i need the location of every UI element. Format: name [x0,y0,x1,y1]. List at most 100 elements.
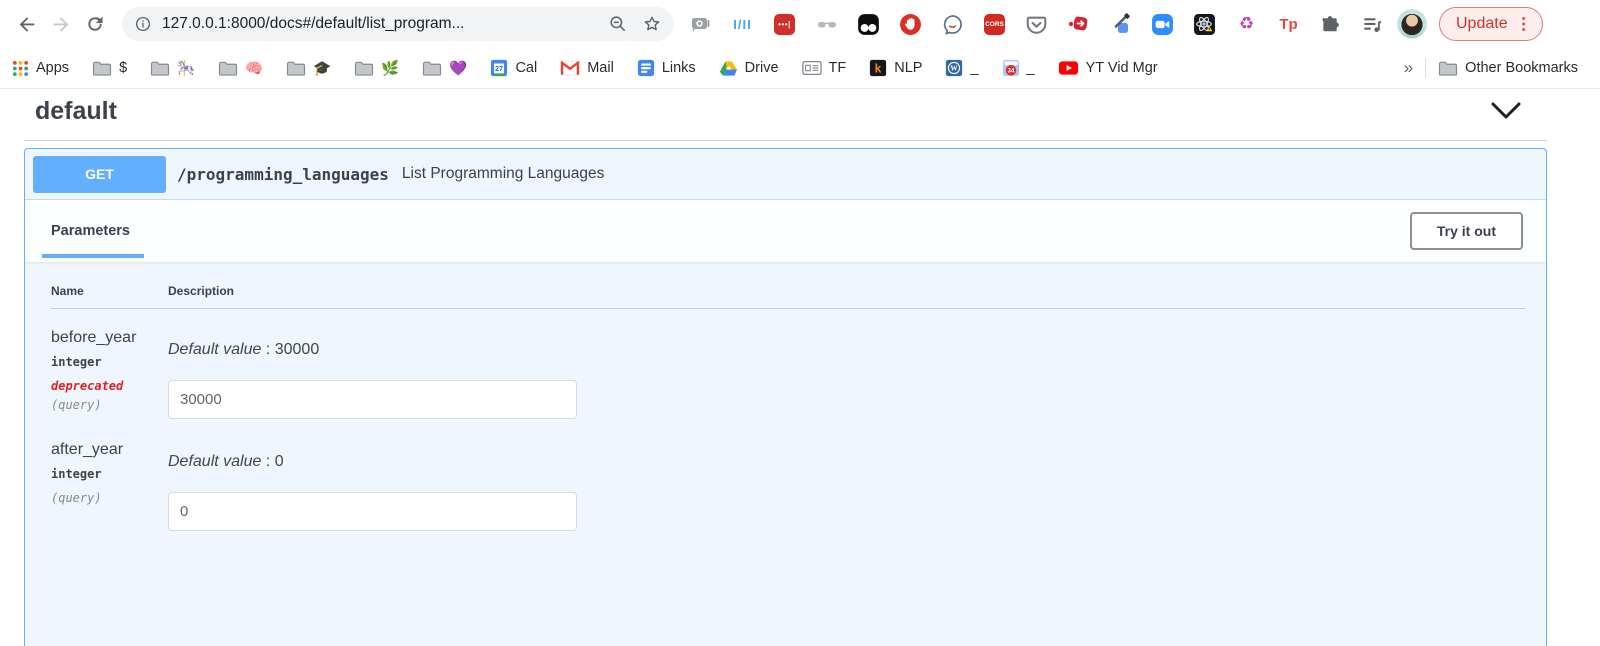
svg-text:34: 34 [1007,68,1014,75]
parameter-type: integer [51,355,168,369]
other-bookmarks[interactable]: Other Bookmarks [1438,60,1578,77]
youtube-icon [1058,60,1079,76]
bookmarks-bar: Apps $ 🎠 🧠 🎓 🌿 💜 [0,48,1600,89]
folder-icon [1438,60,1458,77]
browser-toolbar: 127.0.0.1:8000/docs#/default/list_progra… [0,0,1600,48]
chat-bubble-extension-icon[interactable] [936,9,969,39]
bookmarks-overflow-chevron[interactable]: » [1404,58,1413,78]
profile-avatar[interactable] [1397,9,1427,39]
back-button[interactable] [10,7,44,41]
tp-extension-icon[interactable]: Tp [1272,9,1305,39]
endpoint-summary-row[interactable]: GET /programming_languages List Programm… [25,149,1546,200]
links-list-icon [637,59,655,77]
bookmarks-divider [1425,58,1426,78]
back-arrow-icon [16,13,38,35]
parameter-description-cell: Default value : 0 [168,441,1526,531]
parameter-value-input[interactable] [168,492,577,531]
bookmark-apps[interactable]: Apps [12,60,69,77]
browser-menu-kebab-icon[interactable]: ⋮ [1516,14,1532,34]
extensions-strip: I/II •••| [684,9,1389,39]
apps-grid-icon [12,60,29,77]
calendar-34-icon: 34 [1002,59,1020,77]
bookmark-star-icon[interactable] [642,14,662,34]
bookmark-nlp[interactable]: k NLP [869,59,922,77]
try-it-out-button[interactable]: Try it out [1410,212,1523,250]
site-info-icon[interactable] [134,15,152,33]
pocket-extension-icon[interactable] [1020,9,1053,39]
bookmark-folder-graduation[interactable]: 🎓 [286,60,331,77]
cors-extension-icon[interactable]: CORS [978,9,1011,39]
tag-title: default [35,97,117,126]
recycle-extension-icon[interactable]: ♻ [1230,9,1263,39]
opblock-get: GET /programming_languages List Programm… [24,148,1547,646]
colorzilla-eyedropper-extension-icon[interactable] [1104,9,1137,39]
bookmark-calendar[interactable]: 27 Cal [490,59,537,77]
bookmark-calendar-34[interactable]: 34 _ [1002,59,1035,77]
endpoint-summary: List Programming Languages [402,165,604,183]
parameter-row: before_year integer deprecated (query) D… [51,309,1526,419]
parameter-default-value-line: Default value : 30000 [168,341,1526,359]
update-button[interactable]: Update ⋮ [1439,7,1543,41]
bookmark-folder-money[interactable]: $ [92,60,127,77]
bookmark-links[interactable]: Links [637,59,696,77]
parameter-value-input[interactable] [168,380,577,419]
card-form-icon [802,60,822,76]
bookmark-mail[interactable]: Mail [560,60,614,76]
gmail-icon [560,60,580,76]
folder-icon [92,60,112,77]
folder-icon [354,60,374,77]
parameter-row: after_year integer (query) Default value… [51,419,1526,531]
url-text[interactable]: 127.0.0.1:8000/docs#/default/list_progra… [162,15,608,33]
swagger-page: default GET /programming_languages List … [0,89,1600,646]
description-column-header: Description [168,284,1526,298]
screenshot-chat-extension-icon[interactable] [684,9,717,39]
tag-collapse-chevron-icon[interactable] [1490,101,1522,121]
folder-icon [150,60,170,77]
bookmark-folder-heart[interactable]: 💜 [422,60,467,77]
adblock-stop-hand-extension-icon[interactable] [894,9,927,39]
parameter-name: before_year [51,329,168,347]
forward-button[interactable] [44,7,78,41]
method-badge: GET [33,156,166,193]
liner-extension-icon[interactable]: I/II [726,9,759,39]
parameters-table-head: Name Description [51,284,1526,309]
parameter-location: (query) [51,491,168,505]
forward-arrow-icon [50,13,72,35]
zoom-extension-icon[interactable] [1146,9,1179,39]
kaggle-icon: k [869,59,887,77]
bookmark-drive[interactable]: Drive [719,60,779,77]
bookmark-yt-vid-mgr[interactable]: YT Vid Mgr [1058,60,1158,76]
playlist-music-icon[interactable] [1356,9,1389,39]
parameters-section-header: Parameters Try it out [25,200,1546,262]
svg-text:k: k [875,62,882,76]
address-bar[interactable]: 127.0.0.1:8000/docs#/default/list_progra… [122,7,674,41]
zoom-out-icon[interactable] [608,14,628,34]
react-devtools-extension-icon[interactable] [1188,9,1221,39]
extensions-puzzle-icon[interactable] [1314,9,1347,39]
bookmark-folder-herb[interactable]: 🌿 [354,60,399,77]
google-drive-icon [719,60,738,77]
svg-text:W: W [951,65,959,73]
tab-parameters[interactable]: Parameters [51,223,130,239]
parameter-name-cell: after_year integer (query) [51,441,168,531]
black-dots-extension-icon[interactable] [852,9,885,39]
tag-divider [24,140,1547,141]
bookmark-folder-horse[interactable]: 🎠 [150,60,195,77]
parameter-description-cell: Default value : 30000 [168,329,1526,419]
bookmark-tf[interactable]: TF [802,60,847,76]
parameter-default-value-line: Default value : 0 [168,453,1526,471]
lastpass-extension-icon[interactable]: •••| [768,9,801,39]
sunglasses-extension-icon[interactable] [810,9,843,39]
folder-icon [286,60,306,77]
svg-text:27: 27 [495,64,503,73]
folder-icon [422,60,442,77]
parameter-location: (query) [51,398,168,412]
red-arrow-extension-icon[interactable] [1062,9,1095,39]
bookmark-folder-brain[interactable]: 🧠 [218,60,263,77]
wordpress-icon: W [945,59,963,77]
reload-button[interactable] [78,7,112,41]
parameters-table: Name Description before_year integer dep… [25,262,1546,531]
bookmark-wordpress[interactable]: W _ [945,59,978,77]
endpoint-path: /programming_languages [177,165,389,184]
folder-icon [218,60,238,77]
